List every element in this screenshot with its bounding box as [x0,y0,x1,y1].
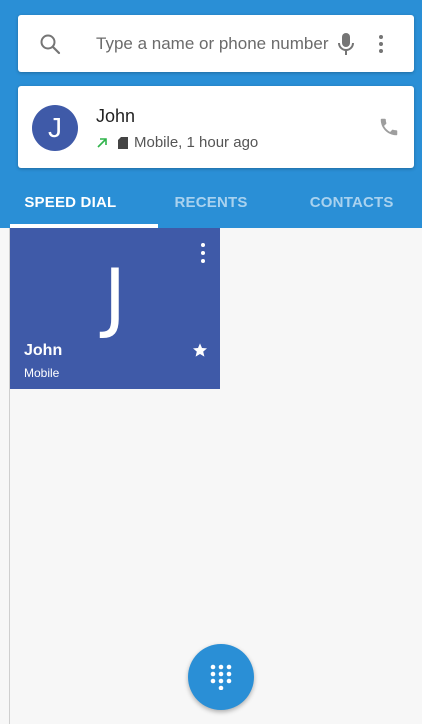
tile-phone-type: Mobile [24,366,60,380]
speed-dial-tile[interactable]: J John Mobile [10,228,220,389]
search-icon[interactable] [38,32,62,56]
tab-recents[interactable]: RECENTS [141,180,282,228]
search-input[interactable]: Type a name or phone number [96,34,334,54]
more-vert-icon[interactable] [376,33,386,55]
tab-bar: SPEED DIAL RECENTS CONTACTS [0,180,422,228]
phone-icon[interactable] [378,116,400,138]
more-vert-icon[interactable] [200,242,206,264]
avatar[interactable]: J [32,105,78,151]
dialpad-icon [210,664,232,690]
tile-contact-name: John [24,342,63,359]
recent-call-detail-row: Mobile, 1 hour ago [96,134,258,151]
tab-speed-dial[interactable]: SPEED DIAL [0,180,141,228]
star-icon [193,343,207,357]
tile-letter-avatar: J [103,252,127,341]
tab-contacts[interactable]: CONTACTS [281,180,422,228]
outgoing-call-arrow-icon [97,137,107,148]
sim-card-icon [118,136,128,149]
dialpad-button[interactable] [188,644,254,710]
search-bar[interactable]: Type a name or phone number [18,15,414,72]
microphone-icon[interactable] [334,31,358,57]
recent-call-card[interactable]: J John Mobile, 1 hour ago [18,86,414,168]
recent-contact-name: John [96,106,136,126]
recent-call-detail: Mobile, 1 hour ago [134,134,259,151]
